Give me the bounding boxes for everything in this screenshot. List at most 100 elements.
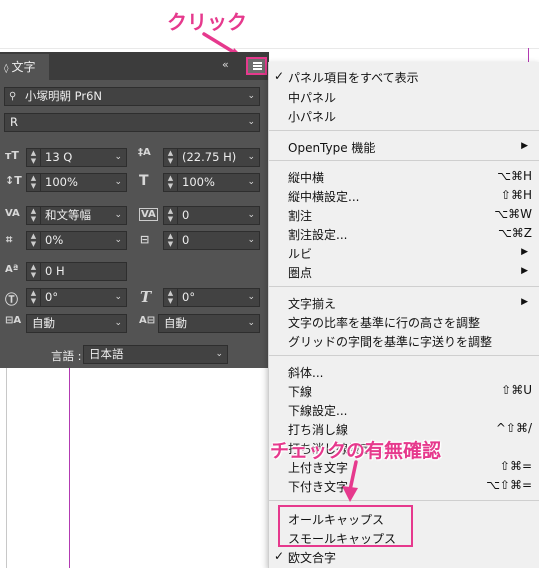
language-label: 言語 : <box>51 349 82 363</box>
shortcut-text: ⌥⌘W <box>494 207 532 221</box>
checkmark-icon: ✓ <box>274 549 285 563</box>
horizontal-scale-value: 100% <box>182 175 215 189</box>
panel-menu-button[interactable] <box>246 57 267 75</box>
shortcut-text: ⌥⇧⌘= <box>486 478 532 492</box>
skew-icon: T <box>140 288 152 306</box>
menu-item-line-height-ratio[interactable]: 文字の比率を基準に行の高さを調整 <box>288 314 480 331</box>
baseline-shift-value: 0 H <box>45 264 65 278</box>
mojikumi-after-select[interactable]: 自動 ⌄ <box>158 314 260 333</box>
kerning-field[interactable]: ▲ ▼ 和文等幅 ⌄ <box>26 206 127 225</box>
menu-separator <box>269 286 539 287</box>
chevron-down-icon: ⌄ <box>114 177 122 187</box>
shortcut-text: ⌥⌘Z <box>497 226 532 240</box>
chevron-down-icon: ⌄ <box>247 318 255 328</box>
mojikumi-after-value: 自動 <box>164 316 187 330</box>
chevron-down-icon: ⌄ <box>247 292 255 302</box>
stepper-icon[interactable]: ▲ ▼ <box>27 263 41 280</box>
caps-highlight-box <box>278 505 413 547</box>
tab-character-label: 文字 <box>11 60 36 74</box>
rotation-value: 0° <box>45 290 59 304</box>
menu-item-warichu-settings[interactable]: 割注設定... <box>288 226 347 243</box>
chevron-down-icon: ⌄ <box>215 349 223 359</box>
chevron-down-icon: ⌄ <box>247 210 255 220</box>
language-select[interactable]: 日本語 ⌄ <box>83 345 228 364</box>
tracking-value: 0 <box>182 208 190 222</box>
menu-item-ruby[interactable]: ルビ <box>288 245 312 262</box>
vertical-scale-icon: ↕T <box>5 174 22 187</box>
mojikumi-before-value: 自動 <box>32 316 55 330</box>
menu-item-opentype[interactable]: OpenType 機能 <box>288 139 375 156</box>
menu-item-underline-settings[interactable]: 下線設定... <box>288 402 347 419</box>
shortcut-text: ⇧⌘H <box>500 188 532 202</box>
menu-item-kenten[interactable]: 圏点 <box>288 264 312 281</box>
shortcut-text: ⌥⌘H <box>497 169 532 183</box>
vertical-scale-field[interactable]: ▲ ▼ 100% ⌄ <box>26 173 127 192</box>
tsume-icon: ⌗ <box>6 233 13 246</box>
vertical-scale-value: 100% <box>45 175 78 189</box>
menu-separator <box>269 130 539 131</box>
stepper-icon[interactable]: ▲ ▼ <box>164 149 178 166</box>
rotation-field[interactable]: ▲ ▼ 0° ⌄ <box>26 288 127 307</box>
menu-item-tatechuyoko[interactable]: 縦中横 <box>288 169 324 186</box>
menu-item-tatechuyoko-settings[interactable]: 縦中横設定... <box>288 188 359 205</box>
menu-item-underline[interactable]: 下線 <box>288 383 312 400</box>
mojikumi-after-icon: A⊟ <box>139 315 156 326</box>
tab-character[interactable]: ◊ 文字 <box>0 54 49 80</box>
chevron-down-icon: ⌄ <box>247 235 255 245</box>
font-style-select[interactable]: R ⌄ <box>4 113 260 132</box>
chevron-down-icon: ⌄ <box>247 91 255 101</box>
chevron-down-icon: ⌄ <box>247 117 255 127</box>
language-value: 日本語 <box>89 347 124 361</box>
skew-field[interactable]: ▲ ▼ 0° ⌄ <box>163 288 260 307</box>
menu-item-medium-panel[interactable]: 中パネル <box>288 89 336 106</box>
stepper-icon[interactable]: ▲ ▼ <box>27 174 41 191</box>
menu-item-show-all-options[interactable]: パネル項目をすべて表示 <box>288 69 419 86</box>
panel-flyout-menu: ✓ パネル項目をすべて表示 中パネル 小パネル OpenType 機能 ▶ 縦中… <box>268 62 539 568</box>
menu-item-warichu[interactable]: 割注 <box>288 207 312 224</box>
chevron-down-icon: ⌄ <box>114 318 122 328</box>
leading-icon: ‡A <box>138 147 151 158</box>
stepper-icon[interactable]: ▲ ▼ <box>164 174 178 191</box>
horizontal-scale-icon: T <box>139 173 149 189</box>
tracking-field[interactable]: ▲ ▼ 0 ⌄ <box>163 206 260 225</box>
mojikumi-before-icon: ⊟A <box>5 315 22 326</box>
stepper-icon[interactable]: ▲ ▼ <box>164 232 178 249</box>
kerning-icon: VA <box>5 208 20 219</box>
font-family-select[interactable]: ⚲ 小塚明朝 Pr6N ⌄ <box>4 87 260 106</box>
chevron-down-icon: ⌄ <box>247 152 255 162</box>
stepper-icon[interactable]: ▲ ▼ <box>164 207 178 224</box>
submenu-arrow-icon: ▶ <box>521 266 528 276</box>
menu-separator <box>269 500 539 501</box>
check-arrow <box>342 460 358 502</box>
stepper-icon[interactable]: ▲ ▼ <box>27 232 41 249</box>
tsume-field[interactable]: ▲ ▼ 0% ⌄ <box>26 231 127 250</box>
font-size-field[interactable]: ▲ ▼ 13 Q ⌄ <box>26 148 127 167</box>
submenu-arrow-icon: ▶ <box>521 141 528 151</box>
menu-item-character-alignment[interactable]: 文字揃え <box>288 295 336 312</box>
mojikumi-before-select[interactable]: 自動 ⌄ <box>26 314 127 333</box>
horizontal-scale-field[interactable]: ▲ ▼ 100% ⌄ <box>163 173 260 192</box>
stepper-icon[interactable]: ▲ ▼ <box>164 289 178 306</box>
stepper-icon[interactable]: ▲ ▼ <box>27 149 41 166</box>
rotation-icon: Ⓣ <box>5 293 19 308</box>
checkmark-icon: ✓ <box>274 69 285 83</box>
leading-field[interactable]: ▲ ▼ (22.75 H) ⌄ <box>163 148 260 167</box>
menu-separator <box>269 160 539 161</box>
character-panel: ◊ 文字 « ⚲ 小塚明朝 Pr6N ⌄ R ⌄ ᴛT ▲ ▼ 13 Q ⌄ ‡A … <box>0 52 269 368</box>
skew-value: 0° <box>182 290 196 304</box>
menu-item-italic[interactable]: 斜体... <box>288 364 323 381</box>
chevron-down-icon: ⌄ <box>114 292 122 302</box>
aki-value: 0 <box>182 233 190 247</box>
document-margin-guide-left <box>69 368 70 568</box>
menu-item-small-panel[interactable]: 小パネル <box>288 108 336 125</box>
shortcut-text: ⇧⌘= <box>499 459 532 473</box>
baseline-shift-field[interactable]: ▲ ▼ 0 H <box>26 262 127 281</box>
collapse-panel-icon[interactable]: « <box>222 58 229 71</box>
stepper-icon[interactable]: ▲ ▼ <box>27 207 41 224</box>
aki-field[interactable]: ▲ ▼ 0 ⌄ <box>163 231 260 250</box>
tab-expand-icon: ◊ <box>4 64 9 74</box>
menu-item-ligatures[interactable]: 欧文合字 <box>288 549 336 566</box>
menu-separator <box>269 355 539 356</box>
stepper-icon[interactable]: ▲ ▼ <box>27 289 41 306</box>
menu-item-grid-spacing[interactable]: グリッドの字間を基準に字送りを調整 <box>288 333 492 350</box>
